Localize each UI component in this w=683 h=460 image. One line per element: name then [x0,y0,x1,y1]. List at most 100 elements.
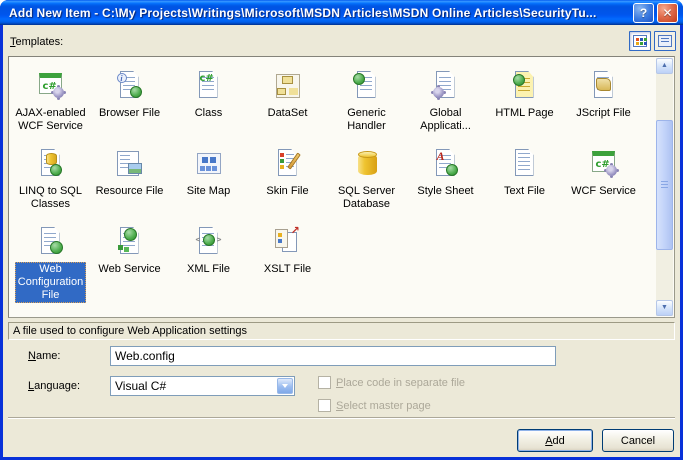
ajax-wcf-service-icon [34,69,68,103]
resource-file-icon [113,147,147,181]
divider [8,417,675,419]
help-button[interactable]: ? [633,2,654,23]
template-item-label: Global Applicati... [420,107,471,132]
template-item-label: WCF Service [571,185,636,197]
name-input[interactable] [110,346,556,366]
template-item-label: DataSet [267,107,308,119]
template-item-label: XSLT File [263,263,312,275]
template-item[interactable]: SQL Server Database [327,147,406,212]
template-item[interactable]: Site Map [169,147,248,199]
template-item[interactable]: Skin File [248,147,327,199]
list-view-button[interactable] [654,31,676,51]
text-file-icon [508,147,542,181]
site-map-icon [192,147,226,181]
option-row: Place code in separate file [318,374,465,391]
template-item[interactable]: Text File [485,147,564,199]
checkbox[interactable] [318,399,331,412]
language-label: Language: [28,380,81,392]
dialog-body: Templates: AJAX-enabledWCF Service Browse… [3,25,680,457]
template-item-label: Web Configuration File [14,262,87,303]
name-label: Name: [28,350,61,362]
option-row: Select master page [318,397,465,414]
templates-label: Templates: [10,36,64,48]
list-view-icon [658,35,672,47]
jscript-file-icon [587,69,621,103]
template-item[interactable]: Browser File [90,69,169,121]
template-item[interactable]: Resource File [90,147,169,199]
scrollbar-down-button[interactable]: ▼ [656,300,673,316]
template-description: A file used to configure Web Application… [8,322,675,340]
template-item[interactable]: AJAX-enabledWCF Service [11,69,90,134]
checkbox-label: Place code in separate file [336,376,466,389]
web-configuration-file-icon [34,225,68,259]
web-service-icon [113,225,147,259]
template-item-label: Text File [504,185,545,197]
template-item[interactable]: Style Sheet [406,147,485,199]
cancel-button[interactable]: Cancel [602,429,674,452]
template-item-label: AJAX-enabled WCF Service [15,107,86,132]
xslt-file-icon [271,225,305,259]
template-item-label: Skin File [266,185,309,197]
view-mode-buttons [629,31,676,51]
linq-to-sql-icon [34,147,68,181]
template-item[interactable]: XML File [169,225,248,277]
template-item[interactable]: XSLT File [248,225,327,277]
style-sheet-icon [429,147,463,181]
options-group: Place code in separate file Select master… [318,374,465,414]
template-item-label: Style Sheet [417,185,474,197]
template-item[interactable]: Web Configuration File [11,225,90,303]
dataset-icon [271,69,305,103]
template-item-label: Generic Handler [347,107,386,132]
template-item[interactable]: Web Service [90,225,169,277]
templates-grid: AJAX-enabledWCF Service Browser File Class… [11,69,654,315]
skin-file-icon [271,147,305,181]
checkbox-label: Select master page [336,399,431,412]
template-item[interactable]: Global Applicati... [406,69,485,134]
html-page-icon [508,69,542,103]
chevron-down-icon [282,384,288,388]
checkbox[interactable] [318,376,331,389]
xml-file-icon [192,225,226,259]
template-item[interactable]: WCF Service [564,147,643,199]
scroll-down-icon: ▼ [661,304,668,311]
template-item-label: Resource File [95,185,164,197]
scrollbar-thumb[interactable] [656,120,673,250]
add-new-item-dialog: Add New Item - C:\My Projects\Writings\M… [0,0,683,460]
language-selected-value: Visual C# [115,379,167,393]
close-button[interactable]: ✕ [657,2,678,23]
add-button[interactable]: Add [517,429,593,452]
wcf-service-icon [587,147,621,181]
template-item-label: Web Service [98,263,161,275]
help-icon: ? [639,5,648,20]
template-item[interactable]: DataSet [248,69,327,121]
close-icon: ✕ [662,5,673,20]
template-item-label: JScript File [576,107,631,119]
template-item-label: SQL Server Database [337,185,396,210]
scrollbar-up-button[interactable]: ▲ [656,58,673,74]
template-item[interactable]: Generic Handler [327,69,406,134]
browser-file-icon [113,69,147,103]
dropdown-arrow-button[interactable] [277,378,293,394]
template-item[interactable]: Class [169,69,248,121]
template-item[interactable]: JScript File [564,69,643,121]
window-title: Add New Item - C:\My Projects\Writings\M… [9,5,597,20]
class-icon [192,69,226,103]
large-icons-icon [633,35,647,47]
global-application-icon [429,69,463,103]
template-item[interactable]: LINQ to SQL Classes [11,147,90,212]
template-item-label: HTML Page [495,107,554,119]
large-icons-view-button[interactable] [629,31,651,51]
templates-list: AJAX-enabledWCF Service Browser File Class… [8,56,675,318]
template-item-label: XML File [187,263,230,275]
template-item[interactable]: HTML Page [485,69,564,121]
language-dropdown[interactable]: Visual C# [110,376,295,396]
title-bar[interactable]: Add New Item - C:\My Projects\Writings\M… [0,0,683,25]
template-item-label: Browser File [98,107,161,119]
scroll-up-icon: ▲ [661,62,668,69]
scrollbar-track[interactable]: ▲ ▼ [656,58,673,316]
template-item-label: LINQ to SQL Classes [19,185,82,210]
template-item-label: Class [194,107,223,119]
template-item-label: Site Map [186,185,231,197]
generic-handler-icon [350,69,384,103]
sql-server-database-icon [350,147,384,181]
